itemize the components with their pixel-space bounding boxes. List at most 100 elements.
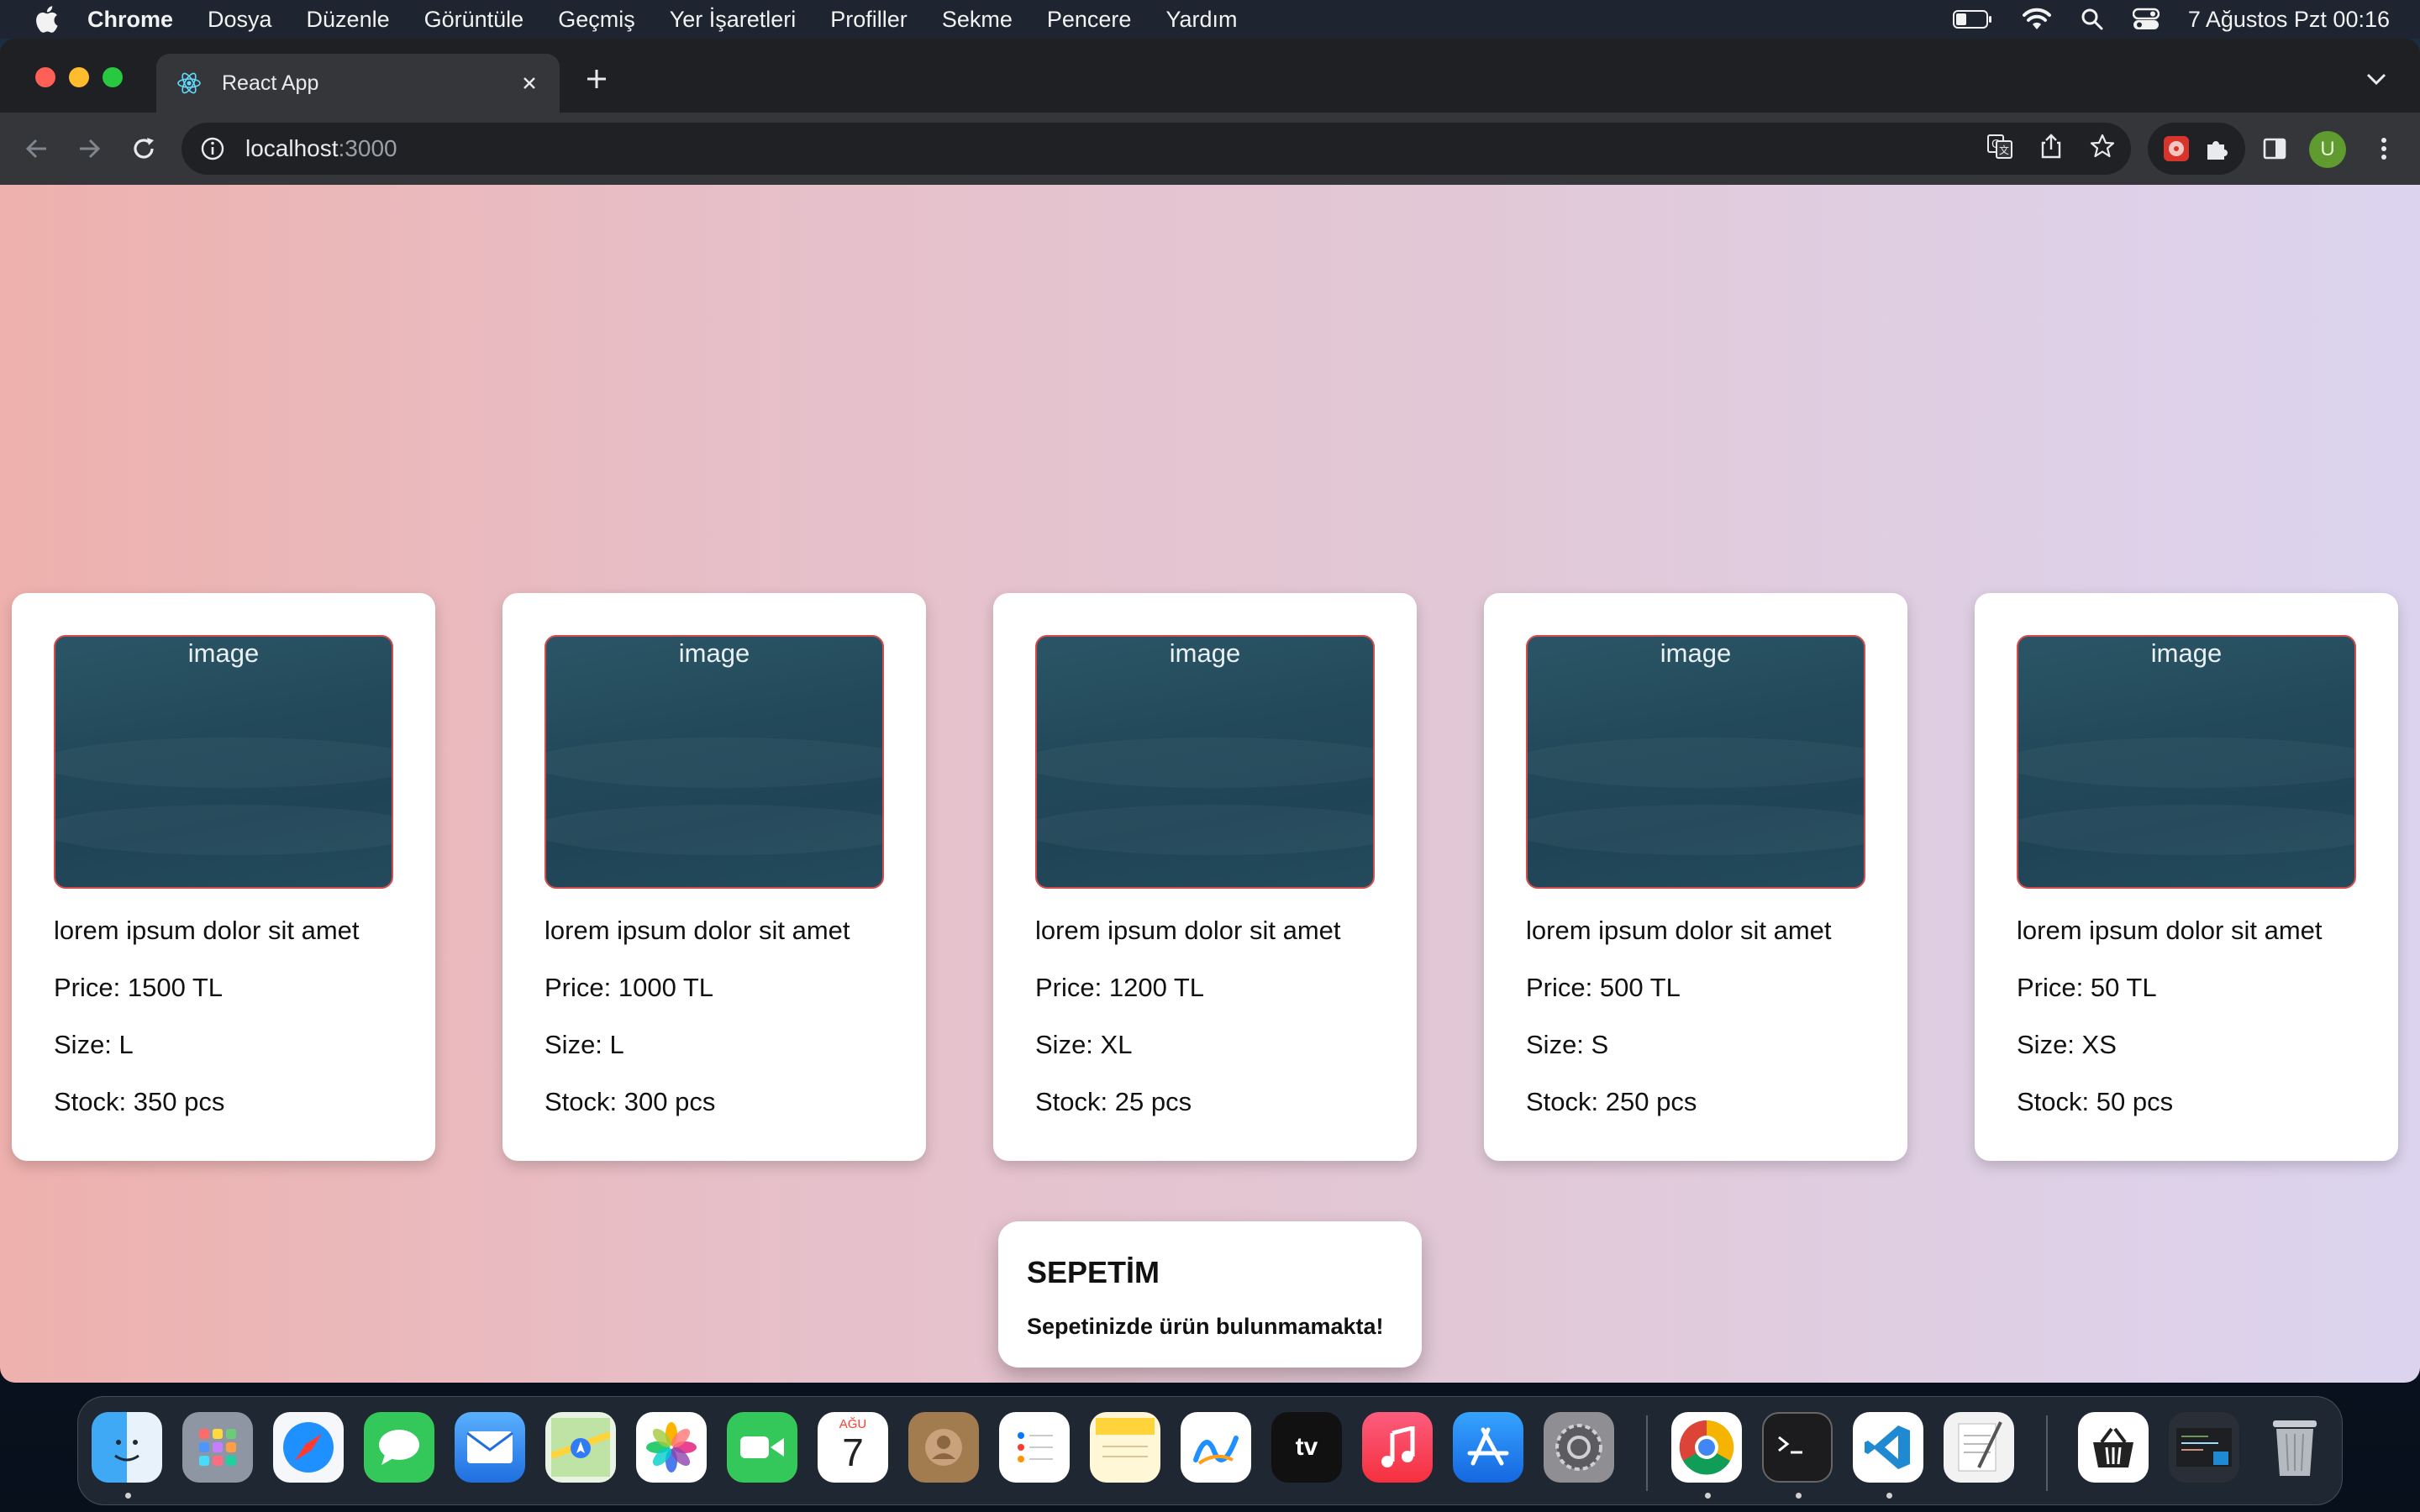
minimize-window-button[interactable] xyxy=(69,67,89,87)
app-store-icon[interactable] xyxy=(1453,1412,1523,1483)
bookmark-star-icon[interactable] xyxy=(2089,133,2116,160)
new-tab-icon[interactable] xyxy=(580,62,613,96)
menu-dosya[interactable]: Dosya xyxy=(208,7,272,33)
chrome-window: React App localhost:3000 文 U image lore… xyxy=(0,39,2420,1383)
product-image-alt-text: image xyxy=(187,638,260,668)
macos-menubar: Chrome Dosya Düzenle Görüntüle Geçmiş Ye… xyxy=(0,0,2420,39)
url-host: localhost xyxy=(245,135,339,161)
tab-strip: React App xyxy=(0,39,2420,113)
side-panel-icon[interactable] xyxy=(2257,131,2292,166)
menu-duzenle[interactable]: Düzenle xyxy=(307,7,390,33)
wifi-icon[interactable] xyxy=(2022,8,2052,31)
cart-empty-message: Sepetinizde ürün bulunmamakta! xyxy=(1027,1314,1384,1339)
product-stock: Stock: 50 pcs xyxy=(2017,1087,2174,1116)
react-devtools-extension-icon[interactable] xyxy=(2162,134,2191,163)
mail-icon[interactable] xyxy=(455,1412,525,1483)
product-list: image lorem ipsum dolor sit amet Price: … xyxy=(12,593,2408,1161)
product-stock: Stock: 250 pcs xyxy=(1526,1087,1697,1116)
product-image: image xyxy=(54,635,393,889)
battery-icon[interactable] xyxy=(1952,9,1993,29)
terminal-running-indicator xyxy=(1796,1493,1802,1499)
back-arrow-icon[interactable] xyxy=(18,131,54,166)
menu-pencere[interactable]: Pencere xyxy=(1047,7,1132,33)
contacts-icon[interactable] xyxy=(908,1412,979,1483)
close-tab-icon[interactable] xyxy=(514,68,544,98)
product-title: lorem ipsum dolor sit amet xyxy=(1526,916,1832,945)
product-image-alt-text: image xyxy=(678,638,750,668)
menu-yardim[interactable]: Yardım xyxy=(1165,7,1237,33)
chevron-down-icon[interactable] xyxy=(2361,64,2391,94)
kebab-menu-icon[interactable] xyxy=(2366,131,2402,166)
spotlight-search-icon[interactable] xyxy=(2081,8,2104,31)
shopping-cart-panel: SEPETİM Sepetinizde ürün bulunmamakta! xyxy=(998,1221,1422,1368)
menu-goruntule[interactable]: Görüntüle xyxy=(424,7,524,33)
cart-title: SEPETİM xyxy=(1027,1255,1160,1289)
product-stock: Stock: 25 pcs xyxy=(1035,1087,1192,1116)
product-card[interactable]: image lorem ipsum dolor sit amet Price: … xyxy=(993,593,1417,1161)
apple-logo-icon[interactable] xyxy=(34,5,59,34)
dock-separator xyxy=(1646,1415,1648,1491)
safari-icon[interactable] xyxy=(273,1412,344,1483)
maps-icon[interactable] xyxy=(545,1412,616,1483)
extensions-group xyxy=(2148,123,2245,175)
shopping-basket-icon[interactable] xyxy=(2078,1412,2149,1483)
minimized-window-thumbnail[interactable] xyxy=(2169,1412,2239,1483)
calendar-month: AĞU xyxy=(839,1417,867,1431)
product-price: Price: 50 TL xyxy=(2017,973,2157,1002)
product-size: Size: XL xyxy=(1035,1030,1133,1059)
forward-arrow-icon[interactable] xyxy=(72,131,108,166)
product-title: lorem ipsum dolor sit amet xyxy=(1035,916,1341,945)
product-image-alt-text: image xyxy=(2150,638,2223,668)
menu-profiller[interactable]: Profiller xyxy=(830,7,908,33)
close-window-button[interactable] xyxy=(35,67,55,87)
translate-icon[interactable]: G 文 xyxy=(1986,133,2013,160)
music-icon[interactable] xyxy=(1362,1412,1433,1483)
terminal-icon[interactable] xyxy=(1762,1412,1833,1483)
product-card[interactable]: image lorem ipsum dolor sit amet Price: … xyxy=(502,593,926,1161)
product-stock: Stock: 350 pcs xyxy=(54,1087,225,1116)
system-settings-icon[interactable] xyxy=(1544,1412,1614,1483)
control-center-icon[interactable] xyxy=(2132,8,2160,31)
product-size: Size: L xyxy=(54,1030,134,1059)
tab-title: React App xyxy=(222,71,319,95)
product-image-alt-text: image xyxy=(1169,638,1241,668)
product-image: image xyxy=(1035,635,1375,889)
trash-icon[interactable] xyxy=(2260,1412,2330,1483)
menubar-clock[interactable]: 7 Ağustos Pzt 00:16 xyxy=(2188,7,2390,33)
chrome-icon[interactable] xyxy=(1671,1412,1742,1483)
product-card[interactable]: image lorem ipsum dolor sit amet Price: … xyxy=(1484,593,1907,1161)
product-size: Size: S xyxy=(1526,1030,1609,1059)
browser-toolbar: localhost:3000 G 文 xyxy=(0,113,2420,185)
facetime-icon[interactable] xyxy=(727,1412,797,1483)
site-info-icon[interactable] xyxy=(198,134,227,163)
extensions-puzzle-icon[interactable] xyxy=(2202,134,2231,163)
calendar-day: 7 xyxy=(842,1431,864,1474)
menu-sekme[interactable]: Sekme xyxy=(942,7,1013,33)
menu-app-name[interactable]: Chrome xyxy=(87,7,173,33)
launchpad-icon[interactable] xyxy=(182,1412,253,1483)
finder-icon[interactable] xyxy=(92,1412,162,1483)
product-card[interactable]: image lorem ipsum dolor sit amet Price: … xyxy=(12,593,435,1161)
reminders-icon[interactable] xyxy=(999,1412,1070,1483)
product-size: Size: L xyxy=(544,1030,624,1059)
address-bar[interactable]: localhost:3000 G 文 xyxy=(182,123,2131,175)
vscode-icon[interactable] xyxy=(1853,1412,1923,1483)
profile-avatar[interactable]: U xyxy=(2309,131,2346,168)
menu-gecmis[interactable]: Geçmiş xyxy=(558,7,635,33)
photos-icon[interactable] xyxy=(636,1412,707,1483)
svg-text:文: 文 xyxy=(1999,144,2009,156)
product-card[interactable]: image lorem ipsum dolor sit amet Price: … xyxy=(1975,593,2398,1161)
tab-react-app[interactable]: React App xyxy=(156,54,560,113)
freeform-icon[interactable] xyxy=(1181,1412,1251,1483)
textedit-icon[interactable] xyxy=(1944,1412,2014,1483)
product-price: Price: 1500 TL xyxy=(54,973,224,1002)
calendar-icon[interactable]: AĞU 7 xyxy=(818,1412,888,1483)
menu-yer-isaretleri[interactable]: Yer İşaretleri xyxy=(670,7,797,33)
notes-icon[interactable] xyxy=(1090,1412,1160,1483)
apple-tv-icon[interactable]: tv xyxy=(1271,1412,1342,1483)
messages-icon[interactable] xyxy=(364,1412,434,1483)
share-icon[interactable] xyxy=(2039,133,2064,160)
reload-icon[interactable] xyxy=(126,131,161,166)
product-price: Price: 1000 TL xyxy=(544,973,714,1002)
fullscreen-window-button[interactable] xyxy=(103,67,123,87)
